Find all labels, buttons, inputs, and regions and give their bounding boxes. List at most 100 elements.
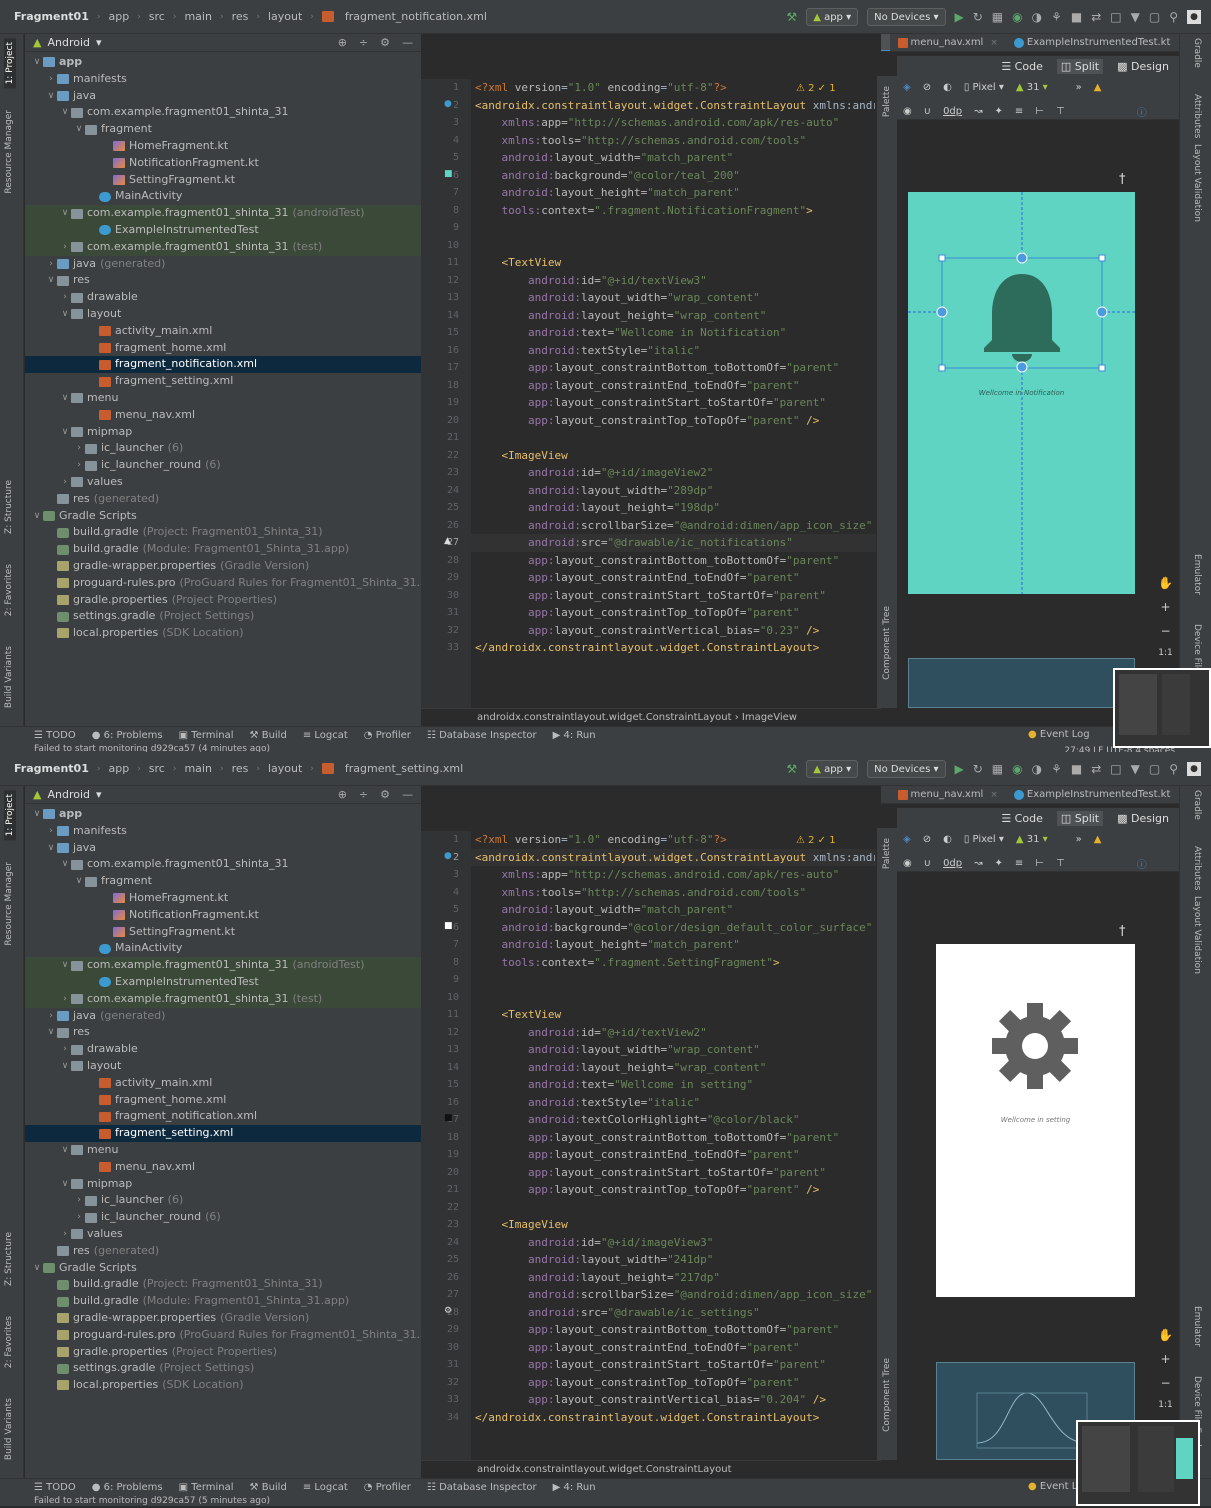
tree-item[interactable]: ∨ res [25, 272, 421, 289]
expand-arrow-icon[interactable]: ∨ [59, 424, 71, 441]
sdk-manager-icon[interactable]: ▼ [1131, 762, 1140, 776]
expand-arrow-icon[interactable]: › [45, 256, 57, 273]
expand-arrow-icon[interactable]: ∨ [31, 1260, 43, 1277]
tree-item[interactable]: ∨ menu [25, 390, 421, 407]
layout-design-surface[interactable]: ◈ ⊘ ◐ ▯ Pixel ▾ ▲ 31 ▾ » ▲ ◉ ∪ 0dp ↝ ✦ ≡ ⊢ ⊤ ⓘ † Wellcome… [897, 76, 1179, 708]
zoom-actual-button[interactable]: 1:1 [1158, 648, 1172, 658]
tool-window-tab[interactable]: 2: Favorites [4, 1316, 14, 1368]
pin-icon[interactable]: † [1119, 924, 1126, 939]
tool-window-button[interactable]: ⚒ Build [250, 730, 287, 741]
tree-item[interactable]: ∨ com.example.fragment01_shinta_31 (androi… [25, 957, 421, 974]
split-mode-button[interactable]: ◫ Split [1056, 810, 1104, 826]
tree-item[interactable]: › values [25, 474, 421, 491]
expand-arrow-icon[interactable]: ∨ [59, 1176, 71, 1193]
coverage-icon[interactable]: ▦ [992, 762, 1003, 776]
api-select[interactable]: ▲ 31 ▾ [1016, 82, 1048, 93]
tool-window-tab[interactable]: Z: Structure [4, 1232, 14, 1286]
expand-arrow-icon[interactable]: ∨ [59, 957, 71, 974]
clear-constraints-icon[interactable]: ↝ [974, 858, 982, 869]
tree-item[interactable]: › ic_launcher (6) [25, 440, 421, 457]
tree-item[interactable]: ∨ layout [25, 1058, 421, 1075]
avd-manager-icon[interactable]: ▢ [1149, 10, 1160, 24]
expand-arrow-icon[interactable]: ∨ [59, 205, 71, 222]
zoom-in-button[interactable]: + [1160, 600, 1170, 614]
breadcrumb-item[interactable]: main [184, 10, 211, 23]
design-mode-button[interactable]: ▩ Design [1113, 811, 1173, 826]
tree-item[interactable]: NotificationFragment.kt [25, 907, 421, 924]
search-icon[interactable]: ⚲ [1169, 762, 1178, 776]
orientation-icon[interactable]: ⊘ [923, 82, 931, 93]
zoom-actual-button[interactable]: 1:1 [1158, 1400, 1172, 1410]
expand-arrow-icon[interactable]: › [59, 239, 71, 256]
tree-item[interactable]: ∨ Gradle Scripts [25, 508, 421, 525]
event-log-button[interactable]: ● Event Log [1028, 729, 1090, 740]
tree-item[interactable]: HomeFragment.kt [25, 890, 421, 907]
attach-debugger-icon[interactable]: ⚘ [1051, 10, 1062, 24]
expand-arrow-icon[interactable]: ∨ [45, 1024, 57, 1041]
run-config-select[interactable]: ▲ app ▾ [806, 8, 859, 26]
tool-window-tab[interactable]: Attributes [1192, 94, 1202, 138]
sync-icon[interactable]: ⇄ [1091, 10, 1101, 24]
sync-icon[interactable]: ⇄ [1091, 762, 1101, 776]
tool-window-button[interactable]: ≡ Logcat [303, 730, 348, 741]
default-margin-select[interactable]: 0dp [943, 106, 962, 117]
eye-icon[interactable]: ◉ [903, 106, 912, 117]
tree-item[interactable]: build.gradle (Project: Fragment01_Shinta_… [25, 1276, 421, 1293]
editor-tab[interactable]: menu_nav.xml × [890, 34, 1006, 51]
locate-icon[interactable]: ⊕ [338, 788, 347, 801]
tree-item[interactable]: ∨ com.example.fragment01_shinta_31 [25, 104, 421, 121]
infer-constraints-icon[interactable]: ✦ [995, 106, 1003, 117]
tree-item[interactable]: fragment_setting.xml [25, 1125, 421, 1142]
tool-window-tab[interactable]: Attributes [1192, 846, 1202, 890]
editor-tab[interactable]: ExampleInstrumentedTest.kt× [1006, 34, 1181, 51]
api-select[interactable]: ▲ 31 ▾ [1016, 834, 1048, 845]
design-mode-button[interactable]: ▩ Design [1113, 59, 1173, 74]
breadcrumb-item[interactable]: layout [268, 762, 302, 775]
breadcrumb-item[interactable]: src [149, 10, 165, 23]
project-view-select[interactable]: Android [47, 788, 90, 801]
profile-icon[interactable]: ◑ [1032, 762, 1042, 776]
code-mode-button[interactable]: ☰ Code [997, 59, 1047, 74]
help-icon[interactable]: ⓘ [1137, 856, 1147, 871]
attach-debugger-icon[interactable]: ⚘ [1051, 762, 1062, 776]
tree-item[interactable]: HomeFragment.kt [25, 138, 421, 155]
expand-arrow-icon[interactable]: › [59, 289, 71, 306]
tree-item[interactable]: ∨ java [25, 840, 421, 857]
tree-item[interactable]: menu_nav.xml [25, 407, 421, 424]
breadcrumb-item[interactable]: src [149, 762, 165, 775]
tree-item[interactable]: ∨ com.example.fragment01_shinta_31 (androi… [25, 205, 421, 222]
tree-item[interactable]: proguard-rules.pro (ProGuard Rules for Fr… [25, 1327, 421, 1344]
breadcrumb-item[interactable]: Fragment01 [14, 762, 89, 775]
xml-breadcrumb[interactable]: androidx.constraintlayout.widget.Constra… [421, 1460, 881, 1478]
tree-item[interactable]: › drawable [25, 289, 421, 306]
expand-arrow-icon[interactable]: › [45, 1008, 57, 1025]
tree-item[interactable]: ∨ fragment [25, 121, 421, 138]
stop-icon[interactable]: ■ [1071, 10, 1082, 24]
project-view-select[interactable]: Android [47, 36, 90, 49]
device-select[interactable]: No Devices ▾ [867, 760, 946, 778]
guidelines-icon[interactable]: ⊢ [1035, 858, 1044, 869]
tree-item[interactable]: SettingFragment.kt [25, 172, 421, 189]
tool-window-tab[interactable]: Build Variants [4, 1398, 14, 1460]
component-tree-tab[interactable]: Component Tree [882, 1358, 892, 1432]
warning-icon[interactable]: ▲ [1094, 834, 1102, 845]
layers-icon[interactable]: ◈ [903, 834, 911, 845]
tree-item[interactable]: › java (generated) [25, 1008, 421, 1025]
zoom-out-button[interactable]: − [1160, 624, 1170, 638]
component-tree-tab[interactable]: Component Tree [882, 606, 892, 680]
tool-window-button[interactable]: ☰ TODO [34, 730, 76, 741]
tree-item[interactable]: build.gradle (Module: Fragment01_Shinta_3… [25, 1293, 421, 1310]
baseline-icon[interactable]: ⊤ [1056, 106, 1065, 117]
tree-item[interactable]: gradle.properties (Project Properties) [25, 592, 421, 609]
baseline-icon[interactable]: ⊤ [1056, 858, 1065, 869]
hide-icon[interactable]: — [402, 788, 413, 801]
tree-item[interactable]: ∨ fragment [25, 873, 421, 890]
expand-arrow-icon[interactable]: ∨ [73, 121, 85, 138]
expand-arrow-icon[interactable]: ∨ [31, 54, 43, 71]
tree-item[interactable]: settings.gradle (Project Settings) [25, 1360, 421, 1377]
layers-icon[interactable]: ◈ [903, 82, 911, 93]
tree-item[interactable]: gradle-wrapper.properties (Gradle Version… [25, 558, 421, 575]
tool-window-tab[interactable]: 1: Project [4, 790, 16, 841]
palette-tab[interactable]: Palette [882, 838, 892, 869]
tool-window-button[interactable]: ☰ TODO [34, 1482, 76, 1493]
